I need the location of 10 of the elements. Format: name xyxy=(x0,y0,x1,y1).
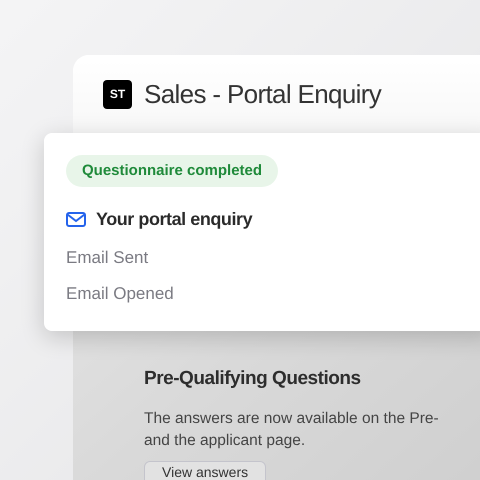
view-answers-button[interactable]: View answers xyxy=(144,460,266,480)
enquiry-heading: Your portal enquiry xyxy=(96,208,252,231)
section-text: The answers are now available on the Pre- and the applicant page. xyxy=(144,408,439,450)
status-badge: Questionnaire completed xyxy=(66,155,278,187)
mail-icon xyxy=(66,212,86,227)
page-title: Sales - Portal Enquiry xyxy=(144,78,382,110)
logo: ST xyxy=(103,80,132,108)
section-title: Pre-Qualifying Questions xyxy=(144,367,361,391)
event-label: Email Sent xyxy=(66,247,150,269)
event-label: Email Opened xyxy=(66,282,174,304)
